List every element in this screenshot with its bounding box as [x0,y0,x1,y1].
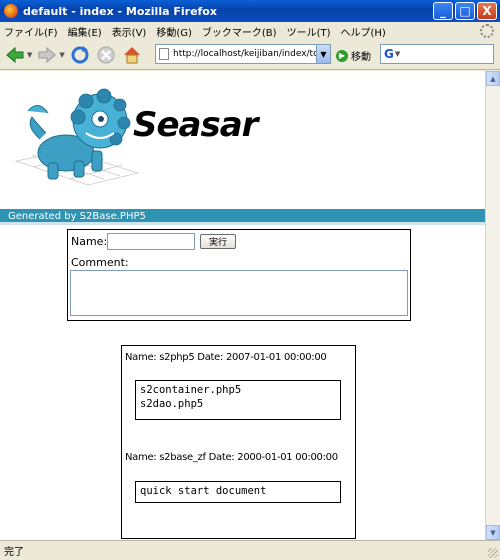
back-arrow-icon [6,46,24,63]
post-line: s2container.php5 [140,384,242,396]
throbber-icon [480,24,494,38]
post-header: Name: s2base_zf Date: 2000-01-01 00:00:0… [125,452,338,463]
go-label: 移動 [351,52,371,63]
comment-label: Comment: [71,256,129,269]
scroll-up-icon[interactable]: ▲ [486,71,500,86]
minimize-button[interactable]: _ [433,2,453,20]
firefox-icon [4,4,18,18]
page-content: Seasar Generated by S2Base.PHP5 Name: 実行… [0,71,485,540]
menu-tools[interactable]: ツール(T) [287,24,331,39]
address-bar[interactable]: http://localhost/keijiban/index/top ▼ [155,44,331,64]
submit-button[interactable]: 実行 [200,234,236,249]
post-line: quick start document [140,485,267,497]
page-icon [159,48,169,60]
vertical-scrollbar[interactable]: ▲ ▼ [485,71,500,540]
window-controls: _ □ X [433,2,497,20]
status-bar: 完了 [0,540,500,560]
post-header: Name: s2php5 Date: 2007-01-01 00:00:00 [125,352,327,363]
menu-go[interactable]: 移動(G) [156,24,192,39]
title-bar: default - index - Mozilla Firefox _ □ X [0,0,500,22]
back-button[interactable] [4,44,26,66]
go-button[interactable]: ▶ 移動 [336,48,371,63]
menu-bar: ファイル(F) 編集(E) 表示(V) 移動(G) ブックマーク(B) ツール(… [0,22,500,40]
home-icon [123,46,140,63]
stop-button[interactable] [95,44,117,66]
forward-button[interactable] [36,44,58,66]
status-text: 完了 [4,547,24,558]
reload-button[interactable] [69,44,91,66]
forward-arrow-icon [38,46,57,63]
post-body: quick start document [135,481,341,503]
search-box[interactable]: G ▼ [380,44,494,64]
search-engine-dropdown[interactable]: ▼ [395,50,400,58]
url-dropdown-icon[interactable]: ▼ [316,45,330,63]
menu-bookmarks[interactable]: ブックマーク(B) [202,24,277,39]
navigation-toolbar: ▼ ▼ http://localhost/keijiban/index/top … [0,40,500,70]
generated-by-banner: Generated by S2Base.PHP5 [0,209,485,225]
url-text[interactable]: http://localhost/keijiban/index/top [173,49,316,59]
go-arrow-icon: ▶ [336,49,348,62]
menu-edit[interactable]: 編集(E) [68,24,102,39]
seasar-wordmark: Seasar [133,105,258,145]
maximize-button[interactable]: □ [455,2,475,20]
comment-textarea[interactable] [70,270,408,316]
post-line: s2dao.php5 [140,398,204,410]
post-form: Name: 実行 Comment: [67,229,411,321]
reload-icon [71,45,89,63]
google-search-icon: G [384,47,394,61]
menu-view[interactable]: 表示(V) [112,24,147,39]
window-title: default - index - Mozilla Firefox [23,4,217,18]
close-button[interactable]: X [477,2,497,20]
post-list: Name: s2php5 Date: 2007-01-01 00:00:00 s… [121,345,356,539]
post-body: s2container.php5 s2dao.php5 [135,380,341,420]
name-input[interactable] [107,233,195,250]
name-label: Name: [71,235,108,248]
menu-file[interactable]: ファイル(F) [4,24,58,39]
resize-grip-icon[interactable] [488,548,498,558]
menu-help[interactable]: ヘルプ(H) [341,24,386,39]
scroll-down-icon[interactable]: ▼ [486,525,500,540]
back-history-dropdown[interactable]: ▼ [27,51,32,59]
stop-icon [97,46,115,63]
forward-history-dropdown[interactable]: ▼ [59,51,64,59]
home-button[interactable] [121,44,143,66]
